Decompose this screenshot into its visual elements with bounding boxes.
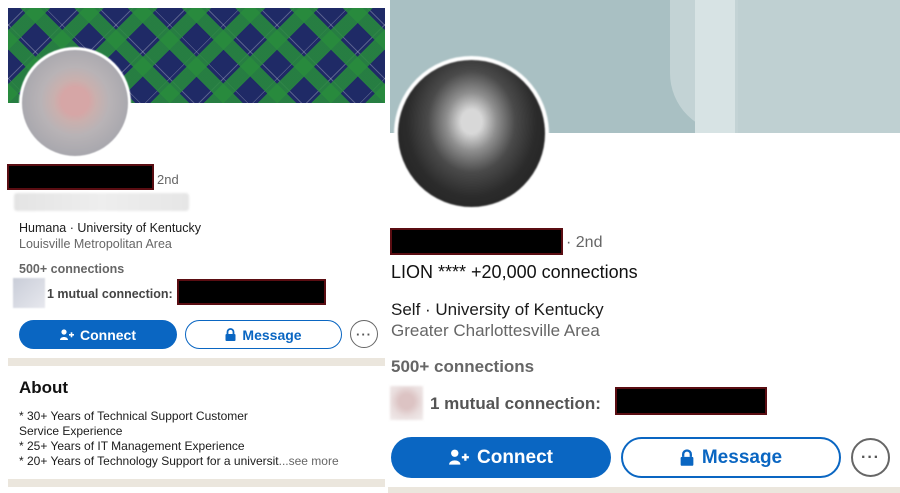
add-person-icon: [449, 449, 469, 466]
about-line: * 25+ Years of IT Management Experience: [19, 439, 245, 453]
see-more-link[interactable]: ...see more: [279, 454, 339, 468]
connect-button[interactable]: Connect: [19, 320, 177, 349]
connection-degree: · 2nd: [566, 234, 603, 251]
connections-count[interactable]: 500+ connections: [391, 357, 534, 377]
location-text: Louisville Metropolitan Area: [19, 237, 172, 251]
about-line: * 20+ Years of Technology Support for a …: [19, 454, 381, 469]
lock-icon: [225, 328, 236, 341]
connect-label: Connect: [80, 326, 136, 343]
location-text: Greater Charlottesville Area: [391, 321, 600, 340]
connections-count[interactable]: 500+ connections: [19, 262, 124, 276]
headline-text: LION **** +20,000 connections: [391, 262, 638, 282]
add-person-icon: [60, 328, 74, 341]
right-profile-card: · 2nd LION **** +20,000 connections Self…: [388, 0, 900, 493]
message-button[interactable]: Message: [621, 437, 841, 478]
about-line-text: * 20+ Years of Technology Support for a …: [19, 454, 279, 468]
about-heading: About: [19, 378, 69, 397]
about-line: * 30+ Years of Technical Support Custome…: [19, 409, 248, 423]
message-label: Message: [701, 446, 783, 468]
workplace-text: Humana · University of Kentucky: [19, 221, 202, 235]
mutual-name-redaction: [615, 387, 767, 415]
lock-icon: [680, 449, 694, 466]
mutual-connection-text[interactable]: 1 mutual connection:: [430, 394, 601, 414]
more-icon: ···: [356, 326, 372, 342]
section-divider: [8, 358, 385, 366]
avatar[interactable]: [19, 47, 131, 159]
message-label: Message: [242, 326, 302, 343]
mutual-avatar: [390, 386, 423, 420]
mutual-name-redaction: [177, 279, 326, 305]
banner-shape: [738, 0, 900, 133]
message-button[interactable]: Message: [185, 320, 342, 349]
avatar[interactable]: [394, 56, 549, 211]
more-icon: ···: [861, 448, 880, 466]
about-text: * 30+ Years of Technical Support Custome…: [19, 409, 381, 469]
name-redaction: [390, 228, 563, 255]
connection-degree: 2nd: [157, 172, 179, 187]
headline-blurred: [14, 193, 189, 211]
workplace-text: Self · University of Kentucky: [391, 300, 604, 319]
section-divider: [388, 487, 900, 493]
connect-button[interactable]: Connect: [391, 437, 611, 478]
about-line: Service Experience: [19, 424, 123, 438]
name-redaction: [7, 164, 154, 190]
mutual-connection-text[interactable]: 1 mutual connection:: [47, 287, 173, 301]
connect-label: Connect: [477, 446, 553, 468]
mutual-avatar: [13, 278, 45, 308]
section-divider: [8, 479, 385, 487]
more-options-button[interactable]: ···: [350, 320, 378, 348]
left-profile-card: 2nd Humana · University of Kentucky Loui…: [0, 0, 388, 493]
banner-shape: [695, 0, 735, 133]
more-options-button[interactable]: ···: [851, 438, 890, 477]
